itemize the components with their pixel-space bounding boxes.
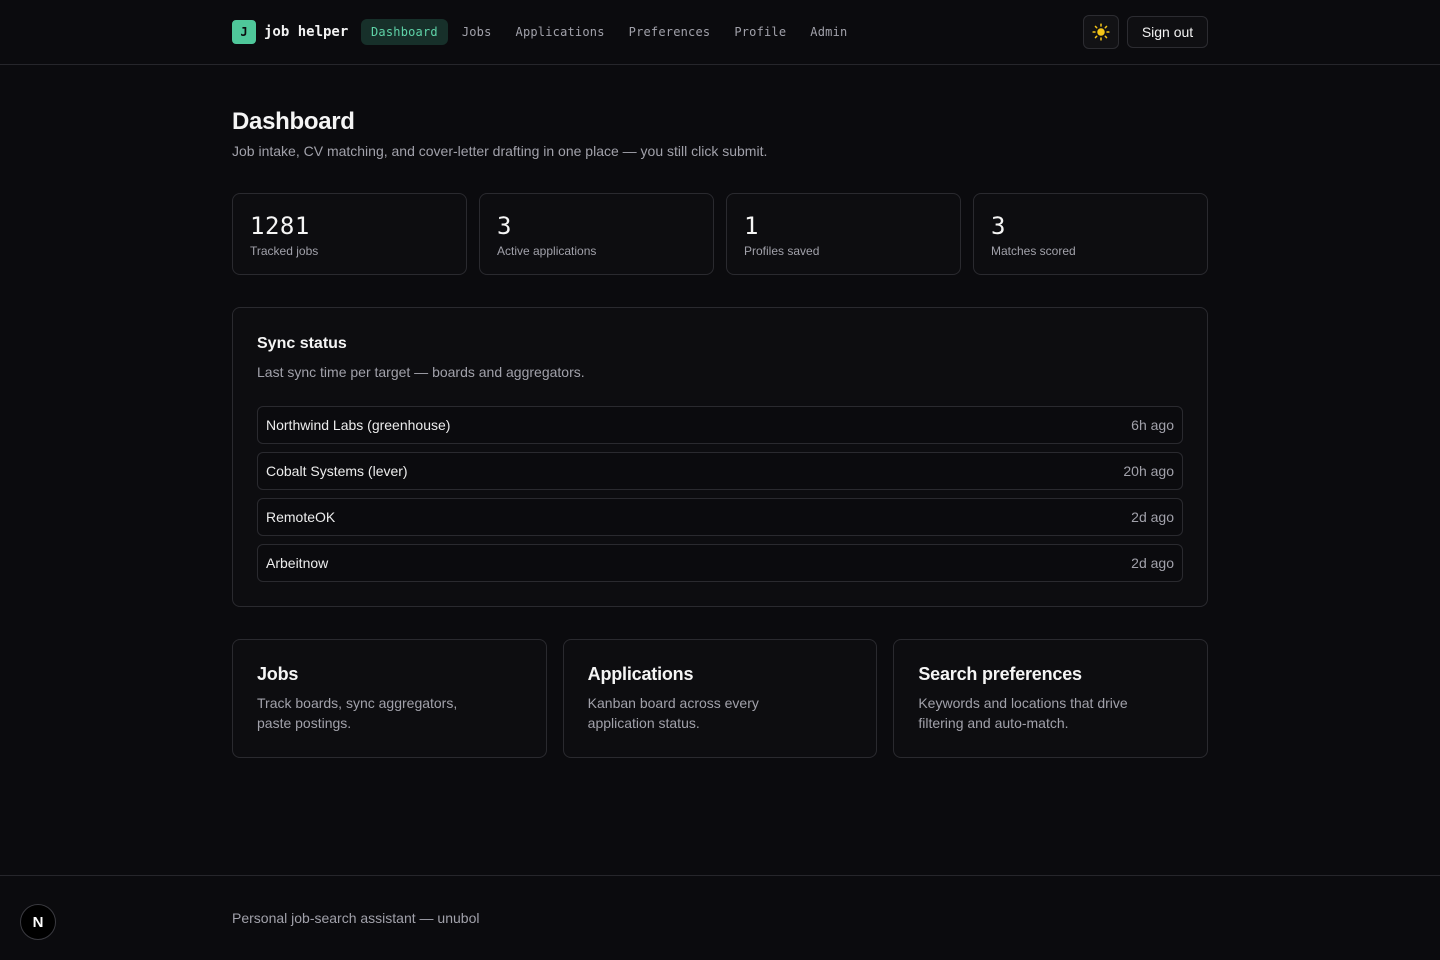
logo-badge: J bbox=[232, 20, 256, 44]
main-nav: Dashboard Jobs Applications Preferences … bbox=[361, 19, 857, 45]
sync-row: RemoteOK 2d ago bbox=[257, 498, 1183, 536]
sync-target-name: Arbeitnow bbox=[266, 555, 329, 571]
applications-link-card[interactable]: Applications Kanban board across every a… bbox=[562, 639, 878, 758]
card-title: Applications bbox=[587, 664, 694, 684]
sync-target-name: Northwind Labs (greenhouse) bbox=[266, 417, 451, 433]
footer-text: Personal job-search assistant — unubol bbox=[232, 910, 480, 926]
footer: Personal job-search assistant — unubol bbox=[0, 875, 1440, 960]
top-navbar: J job helper Dashboard Jobs Applications… bbox=[0, 0, 1440, 65]
stat-value: 3 bbox=[497, 212, 512, 240]
dev-tools-badge[interactable]: N bbox=[20, 904, 56, 940]
card-title: Jobs bbox=[257, 664, 299, 684]
jobs-link-card[interactable]: Jobs Track boards, sync aggregators, pas… bbox=[232, 639, 547, 758]
stat-value: 1 bbox=[744, 212, 759, 240]
sync-target-name: RemoteOK bbox=[266, 509, 336, 525]
stat-value: 1281 bbox=[250, 212, 310, 240]
stat-label: Profiles saved bbox=[744, 244, 820, 258]
card-description: Track boards, sync aggregators, paste po… bbox=[257, 695, 458, 731]
sync-time: 2d ago bbox=[1131, 555, 1174, 571]
sun-icon bbox=[1092, 23, 1110, 41]
sync-row: Arbeitnow 2d ago bbox=[257, 544, 1183, 582]
theme-toggle-button[interactable] bbox=[1083, 15, 1119, 49]
quick-links: Jobs Track boards, sync aggregators, pas… bbox=[232, 639, 1209, 758]
stat-card-tracked-jobs: 1281 Tracked jobs bbox=[232, 193, 467, 275]
sync-time: 20h ago bbox=[1123, 463, 1174, 479]
sign-out-button[interactable]: Sign out bbox=[1127, 16, 1208, 48]
sync-row: Northwind Labs (greenhouse) 6h ago bbox=[257, 406, 1183, 444]
stat-label: Tracked jobs bbox=[250, 244, 319, 258]
search-preferences-link-card[interactable]: Search preferences Keywords and location… bbox=[893, 639, 1209, 758]
stats-row: 1281 Tracked jobs 3 Active applications … bbox=[232, 193, 1208, 275]
stat-card-profiles-saved: 1 Profiles saved bbox=[726, 193, 961, 275]
sync-status-subtitle: Last sync time per target — boards and a… bbox=[257, 364, 585, 380]
sync-time: 6h ago bbox=[1131, 417, 1174, 433]
sync-list: Northwind Labs (greenhouse) 6h ago Cobal… bbox=[257, 406, 1183, 590]
stat-card-active-applications: 3 Active applications bbox=[479, 193, 714, 275]
stat-label: Active applications bbox=[497, 244, 597, 258]
sync-row: Cobalt Systems (lever) 20h ago bbox=[257, 452, 1183, 490]
stat-card-matches-scored: 3 Matches scored bbox=[973, 193, 1208, 275]
nav-profile[interactable]: Profile bbox=[724, 19, 796, 45]
nav-jobs[interactable]: Jobs bbox=[452, 19, 502, 45]
nav-admin[interactable]: Admin bbox=[800, 19, 857, 45]
sync-time: 2d ago bbox=[1131, 509, 1174, 525]
card-description: Kanban board across every application st… bbox=[587, 695, 759, 731]
sync-target-name: Cobalt Systems (lever) bbox=[266, 463, 408, 479]
card-description: Keywords and locations that drive filter… bbox=[918, 695, 1128, 731]
sync-status-card: Sync status Last sync time per target — … bbox=[232, 307, 1208, 607]
nav-applications[interactable]: Applications bbox=[506, 19, 615, 45]
nav-dashboard[interactable]: Dashboard bbox=[361, 19, 448, 45]
card-title: Search preferences bbox=[918, 664, 1082, 684]
stat-value: 3 bbox=[991, 212, 1006, 240]
brand[interactable]: J job helper bbox=[232, 20, 348, 44]
app-name: job helper bbox=[264, 24, 349, 40]
page-subtitle: Job intake, CV matching, and cover-lette… bbox=[232, 143, 768, 159]
nav-preferences[interactable]: Preferences bbox=[619, 19, 721, 45]
stat-label: Matches scored bbox=[991, 244, 1076, 258]
sync-status-title: Sync status bbox=[257, 335, 347, 352]
page-title: Dashboard bbox=[232, 108, 355, 135]
